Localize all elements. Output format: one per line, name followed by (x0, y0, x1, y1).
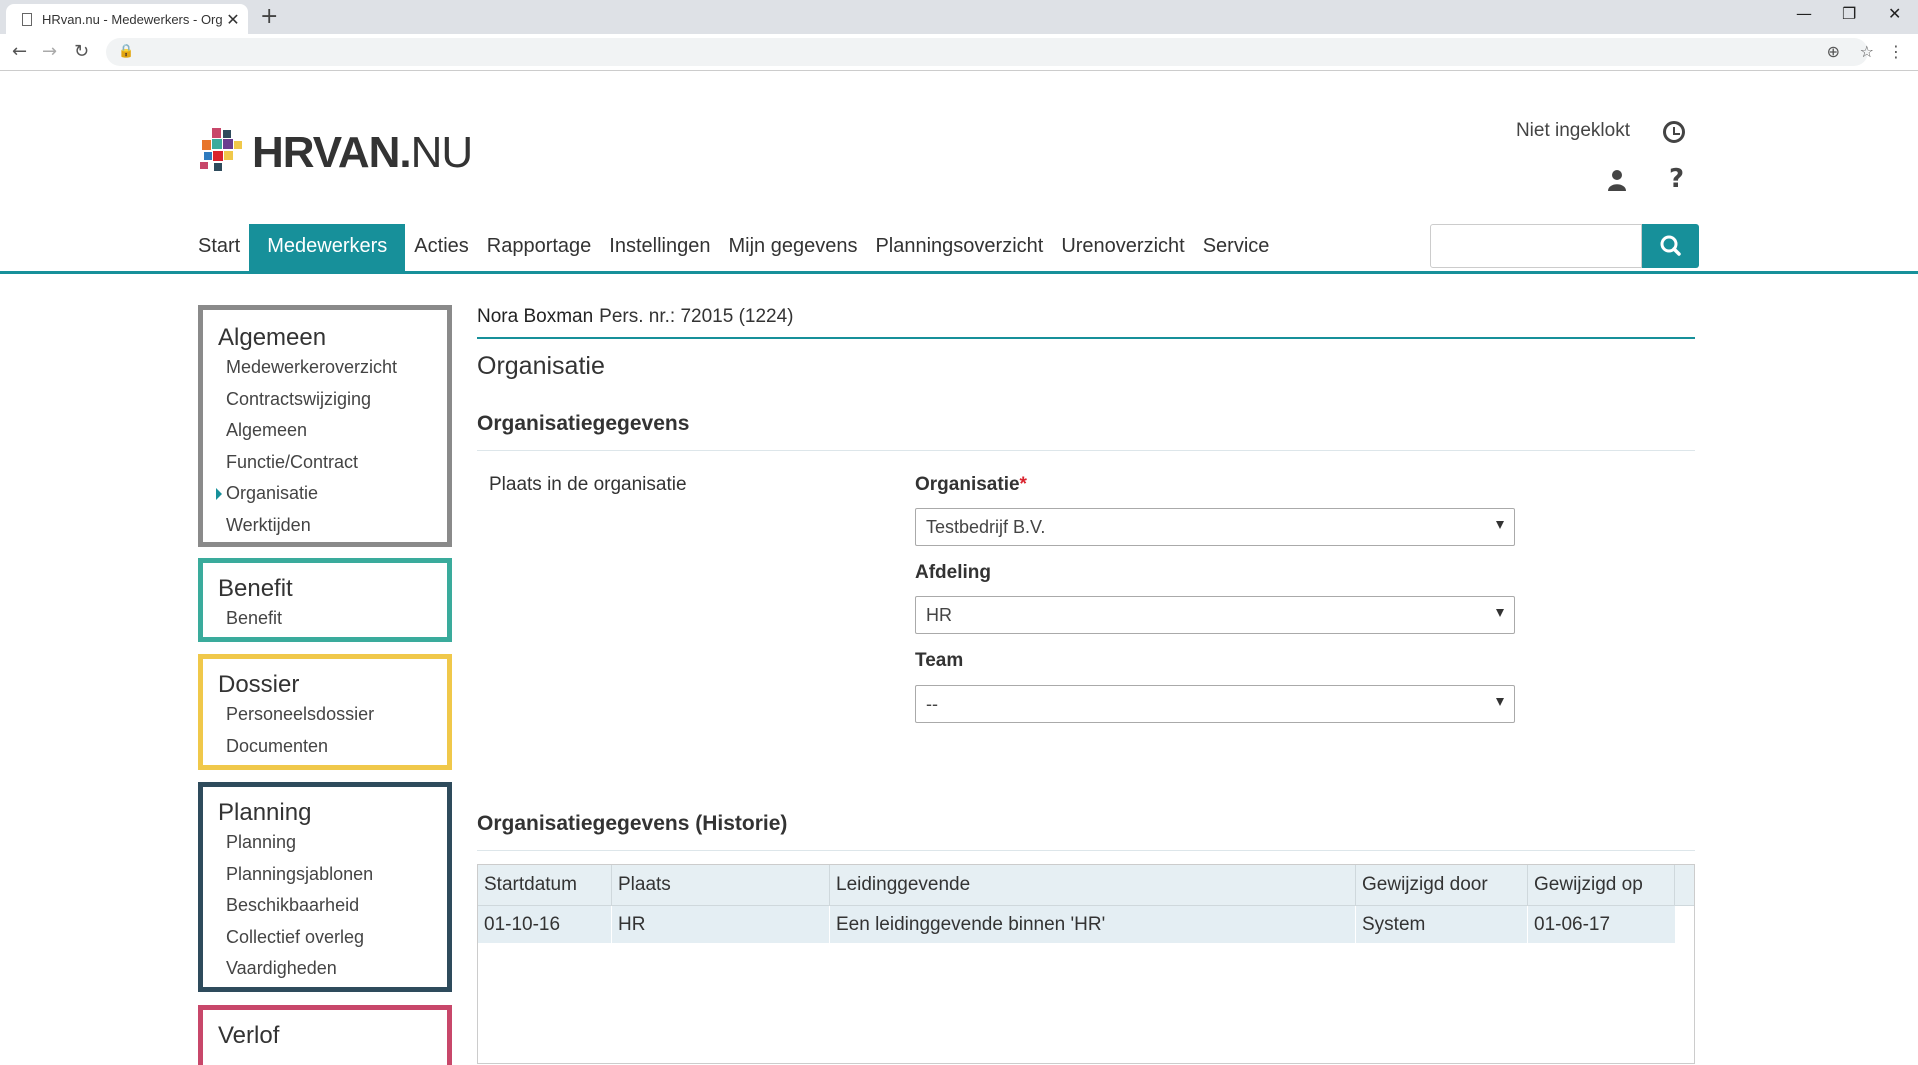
sidebar-item-vaardigheden[interactable]: Vaardigheden (203, 953, 447, 985)
clock-icon[interactable] (1663, 121, 1685, 143)
lock-icon: 🔒 (118, 44, 135, 59)
close-tab-icon[interactable]: ✕ (222, 10, 244, 29)
user-icon[interactable] (1607, 169, 1627, 191)
column-header-startdatum[interactable]: Startdatum (478, 865, 612, 905)
organisatie-select[interactable]: Testbedrijf B.V. (915, 508, 1515, 546)
nav-start[interactable]: Start (198, 224, 249, 271)
sidebar-section-planning: Planning Planning Planningsjablonen Besc… (198, 782, 452, 992)
cell-startdatum: 01-10-16 (478, 906, 612, 943)
sidebar-item-werktijden[interactable]: Werktijden (203, 510, 447, 542)
sidebar-item-organisatie[interactable]: Organisatie (203, 478, 447, 510)
sidebar-item-benefit[interactable]: Benefit (203, 603, 447, 635)
help-icon[interactable]: ? (1669, 164, 1684, 194)
nav-planningsoverzicht[interactable]: Planningsoverzicht (866, 224, 1052, 271)
menu-dots-icon[interactable]: ⋮ (1888, 42, 1904, 61)
nav-service[interactable]: Service (1194, 224, 1279, 271)
employee-pers-nr: Pers. nr.: 72015 (1224) (599, 306, 794, 327)
column-header-gewijzigd-op[interactable]: Gewijzigd op (1528, 865, 1675, 905)
sidebar-item-planningsjablonen[interactable]: Planningsjablonen (203, 859, 447, 891)
restore-button[interactable]: ❐ (1842, 4, 1856, 23)
browser-tab-bar: HRvan.nu - Medewerkers - Organisatie ✕ +… (0, 0, 1918, 34)
column-header-leidinggevende[interactable]: Leidinggevende (830, 865, 1356, 905)
employee-name: Nora Boxman (477, 306, 594, 327)
page-title: Organisatie (477, 352, 605, 380)
new-tab-button[interactable]: + (260, 4, 278, 29)
sidebar-item-beschikbaarheid[interactable]: Beschikbaarheid (203, 890, 447, 922)
zoom-icon[interactable]: ⊕ (1827, 42, 1840, 61)
team-select[interactable]: -- (915, 685, 1515, 723)
organisatie-label: Organisatie* (915, 474, 1027, 495)
forward-icon[interactable]: → (42, 41, 57, 62)
sidebar-title-dossier: Dossier (218, 671, 300, 698)
team-value: -- (926, 694, 938, 714)
sidebar-item-algemeen[interactable]: Algemeen (203, 415, 447, 447)
nav-instellingen[interactable]: Instellingen (600, 224, 719, 271)
column-header-plaats[interactable]: Plaats (612, 865, 830, 905)
sidebar-item-contractswijziging[interactable]: Contractswijziging (203, 384, 447, 416)
sidebar-section-algemeen: Algemeen Medewerkeroverzicht Contractswi… (198, 305, 452, 547)
logo-text[interactable]: HRVAN.NU (252, 128, 473, 178)
history-table: Startdatum Plaats Leidinggevende Gewijzi… (477, 864, 1695, 1064)
sidebar-section-benefit: Benefit Benefit (198, 558, 452, 642)
organisatie-value: Testbedrijf B.V. (926, 517, 1046, 537)
sidebar-item-medewerkeroverzicht[interactable]: Medewerkeroverzicht (203, 352, 447, 384)
employee-divider (477, 337, 1695, 339)
table-row[interactable]: 01-10-16 HR Een leidinggevende binnen 'H… (478, 906, 1675, 943)
table-header: Startdatum Plaats Leidinggevende Gewijzi… (478, 865, 1694, 906)
nav-urenoverzicht[interactable]: Urenoverzicht (1052, 224, 1193, 271)
cell-leidinggevende: Een leidinggevende binnen 'HR' (830, 906, 1356, 943)
sidebar-item-functie-contract[interactable]: Functie/Contract (203, 447, 447, 479)
employee-header: Nora Boxman Pers. nr.: 72015 (1224) (477, 306, 794, 328)
nav-mijn-gegevens[interactable]: Mijn gegevens (719, 224, 866, 271)
sidebar-title-planning: Planning (218, 799, 312, 826)
nav-rapportage[interactable]: Rapportage (478, 224, 601, 271)
chevron-down-icon (1496, 609, 1504, 617)
window-close-button[interactable]: ✕ (1888, 4, 1901, 23)
column-header-gewijzigd-door[interactable]: Gewijzigd door (1356, 865, 1528, 905)
logo-icon[interactable] (198, 126, 246, 174)
nav-underline (0, 271, 1918, 274)
sidebar-title-verlof: Verlof (218, 1022, 280, 1049)
afdeling-select[interactable]: HR (915, 596, 1515, 634)
section-title-organisatiegegevens: Organisatiegegevens (477, 412, 690, 435)
url-input[interactable]: 🔒 ⊕ ☆ (106, 38, 1874, 66)
sidebar-item-documenten[interactable]: Documenten (203, 731, 447, 763)
clock-status[interactable]: Niet ingeklokt (1516, 120, 1630, 142)
afdeling-value: HR (926, 605, 952, 625)
sidebar-item-planning[interactable]: Planning (203, 827, 447, 859)
sidebar-item-collectief-overleg[interactable]: Collectief overleg (203, 922, 447, 954)
section-divider (477, 450, 1695, 451)
team-label: Team (915, 650, 964, 671)
search-input[interactable] (1430, 224, 1642, 268)
chevron-down-icon (1496, 521, 1504, 529)
reload-icon[interactable]: ↻ (74, 41, 89, 62)
cell-gewijzigd-door: System (1356, 906, 1528, 943)
cell-gewijzigd-op: 01-06-17 (1534, 914, 1611, 935)
afdeling-label: Afdeling (915, 562, 991, 583)
main-nav: Start Medewerkers Acties Rapportage Inst… (198, 224, 1278, 271)
back-icon[interactable]: ← (12, 41, 27, 62)
nav-medewerkers[interactable]: Medewerkers (249, 224, 406, 271)
browser-tab[interactable]: HRvan.nu - Medewerkers - Organisatie ✕ (6, 4, 248, 34)
sidebar-title-benefit: Benefit (218, 575, 293, 602)
chevron-down-icon (1496, 698, 1504, 706)
sidebar-title-algemeen: Algemeen (218, 324, 327, 351)
field-group-label: Plaats in de organisatie (489, 474, 687, 495)
search-button[interactable] (1642, 224, 1699, 268)
sidebar-item-personeelsdossier[interactable]: Personeelsdossier (203, 699, 447, 731)
bookmark-star-icon[interactable]: ☆ (1860, 42, 1874, 61)
search-icon (1660, 235, 1681, 256)
sidebar-section-verlof: Verlof (198, 1005, 452, 1065)
section-divider (477, 850, 1695, 851)
required-mark: * (1019, 474, 1027, 495)
sidebar-section-dossier: Dossier Personeelsdossier Documenten (198, 654, 452, 770)
page-icon (22, 12, 32, 26)
cell-plaats: HR (612, 906, 830, 943)
section-title-historie: Organisatiegegevens (Historie) (477, 812, 788, 835)
nav-acties[interactable]: Acties (405, 224, 477, 271)
address-bar: ← → ↻ 🔒 ⊕ ☆ ⋮ (0, 34, 1918, 71)
tab-title: HRvan.nu - Medewerkers - Organisatie (42, 11, 222, 27)
minimize-button[interactable]: — (1796, 4, 1812, 23)
